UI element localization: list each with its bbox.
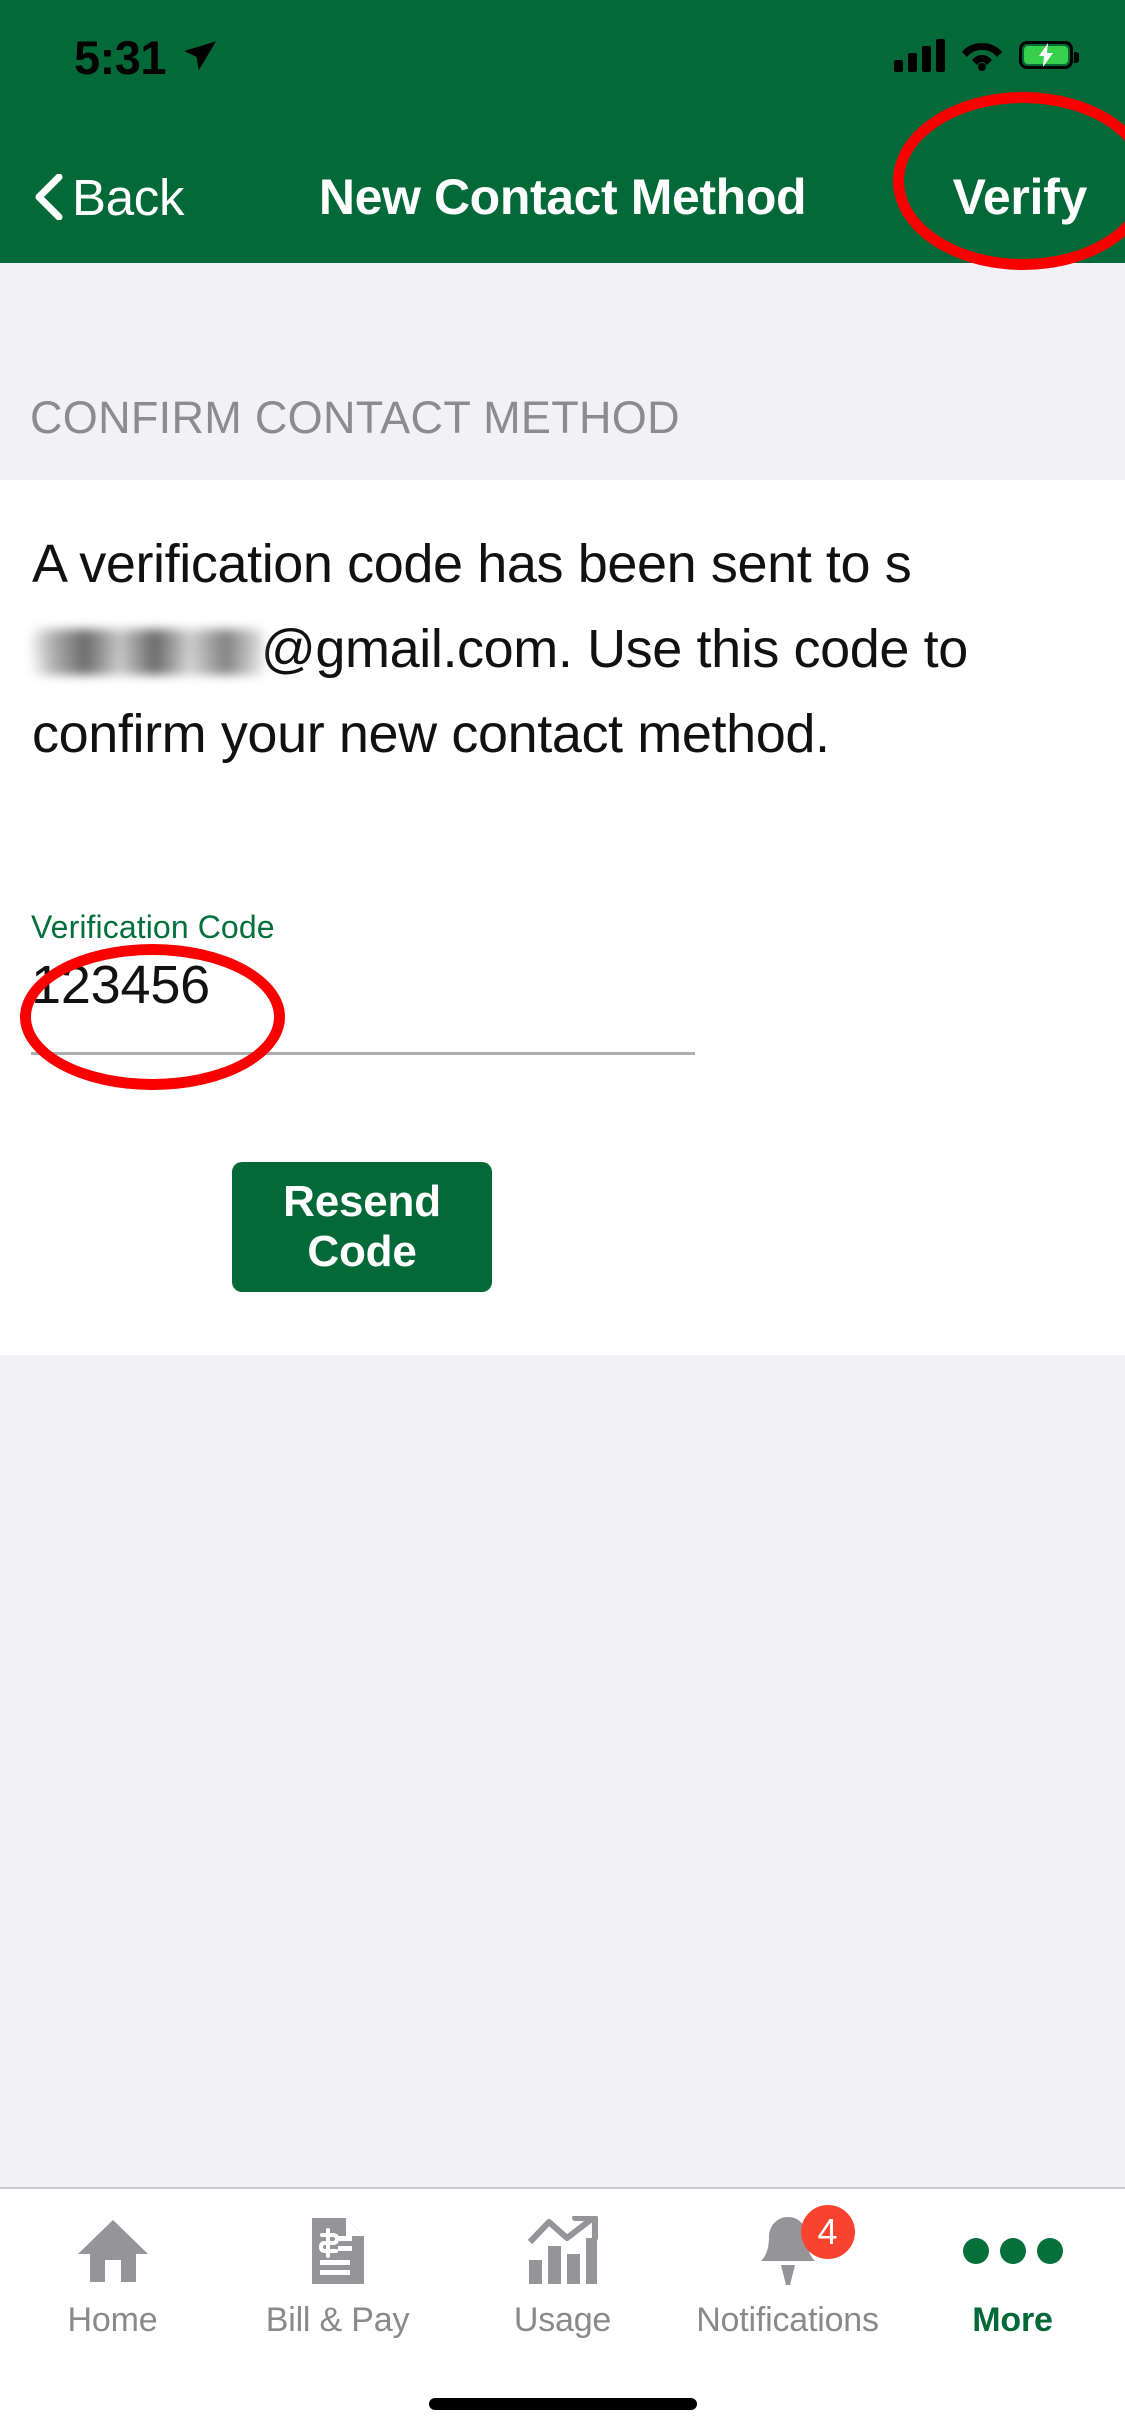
status-bar-time: 5:31 <box>74 31 167 84</box>
description-text-before: A verification code has been sent to s <box>32 534 912 594</box>
description-card: A verification code has been sent to s@g… <box>0 480 1125 870</box>
section-header: CONFIRM CONTACT METHOD <box>0 263 1125 480</box>
home-icon <box>76 2215 150 2287</box>
verification-code-underline <box>31 1052 695 1055</box>
redacted-email-blur <box>30 629 263 675</box>
notifications-badge: 4 <box>800 2205 855 2259</box>
location-arrow-icon <box>184 41 216 71</box>
navigation-bar: Back New Contact Method Verify <box>0 132 1125 263</box>
tab-more[interactable]: More <box>900 2189 1125 2436</box>
verification-code-label: Verification Code <box>31 909 275 945</box>
phone-screen: 5:31 Back New Contact Method Verify CONF… <box>0 0 1125 2436</box>
bell-icon: 4 <box>757 2205 855 2287</box>
status-bar-indicators <box>894 38 1079 72</box>
verify-button[interactable]: Verify <box>953 162 1088 232</box>
tab-usage-label: Usage <box>513 2301 612 2339</box>
home-indicator <box>428 2398 697 2410</box>
form-card: Verification Code 123456 Resend Code <box>0 870 1125 1355</box>
tab-more-label: More <box>972 2301 1053 2339</box>
tab-notifications[interactable]: 4 Notifications <box>675 2189 900 2436</box>
usage-chart-icon <box>527 2215 599 2287</box>
content-spacer <box>0 1355 1125 2187</box>
section-header-label: CONFIRM CONTACT METHOD <box>30 392 680 443</box>
verification-description: A verification code has been sent to s@g… <box>30 522 1094 777</box>
tab-home-label: Home <box>67 2301 158 2339</box>
bill-document-icon <box>310 2215 366 2287</box>
wifi-icon <box>962 43 1002 71</box>
verification-code-input[interactable]: 123456 <box>31 954 210 1016</box>
ellipsis-icon <box>962 2215 1063 2287</box>
battery-charging-icon <box>1019 41 1079 69</box>
cellular-signal-icon <box>894 38 945 72</box>
status-bar: 5:31 <box>0 0 1125 132</box>
tab-bill-and-pay-label: Bill & Pay <box>265 2301 410 2339</box>
resend-code-button[interactable]: Resend Code <box>232 1162 492 1292</box>
tab-notifications-label: Notifications <box>696 2301 879 2339</box>
tab-home[interactable]: Home <box>0 2189 225 2436</box>
tab-bill-and-pay[interactable]: Bill & Pay <box>225 2189 450 2436</box>
